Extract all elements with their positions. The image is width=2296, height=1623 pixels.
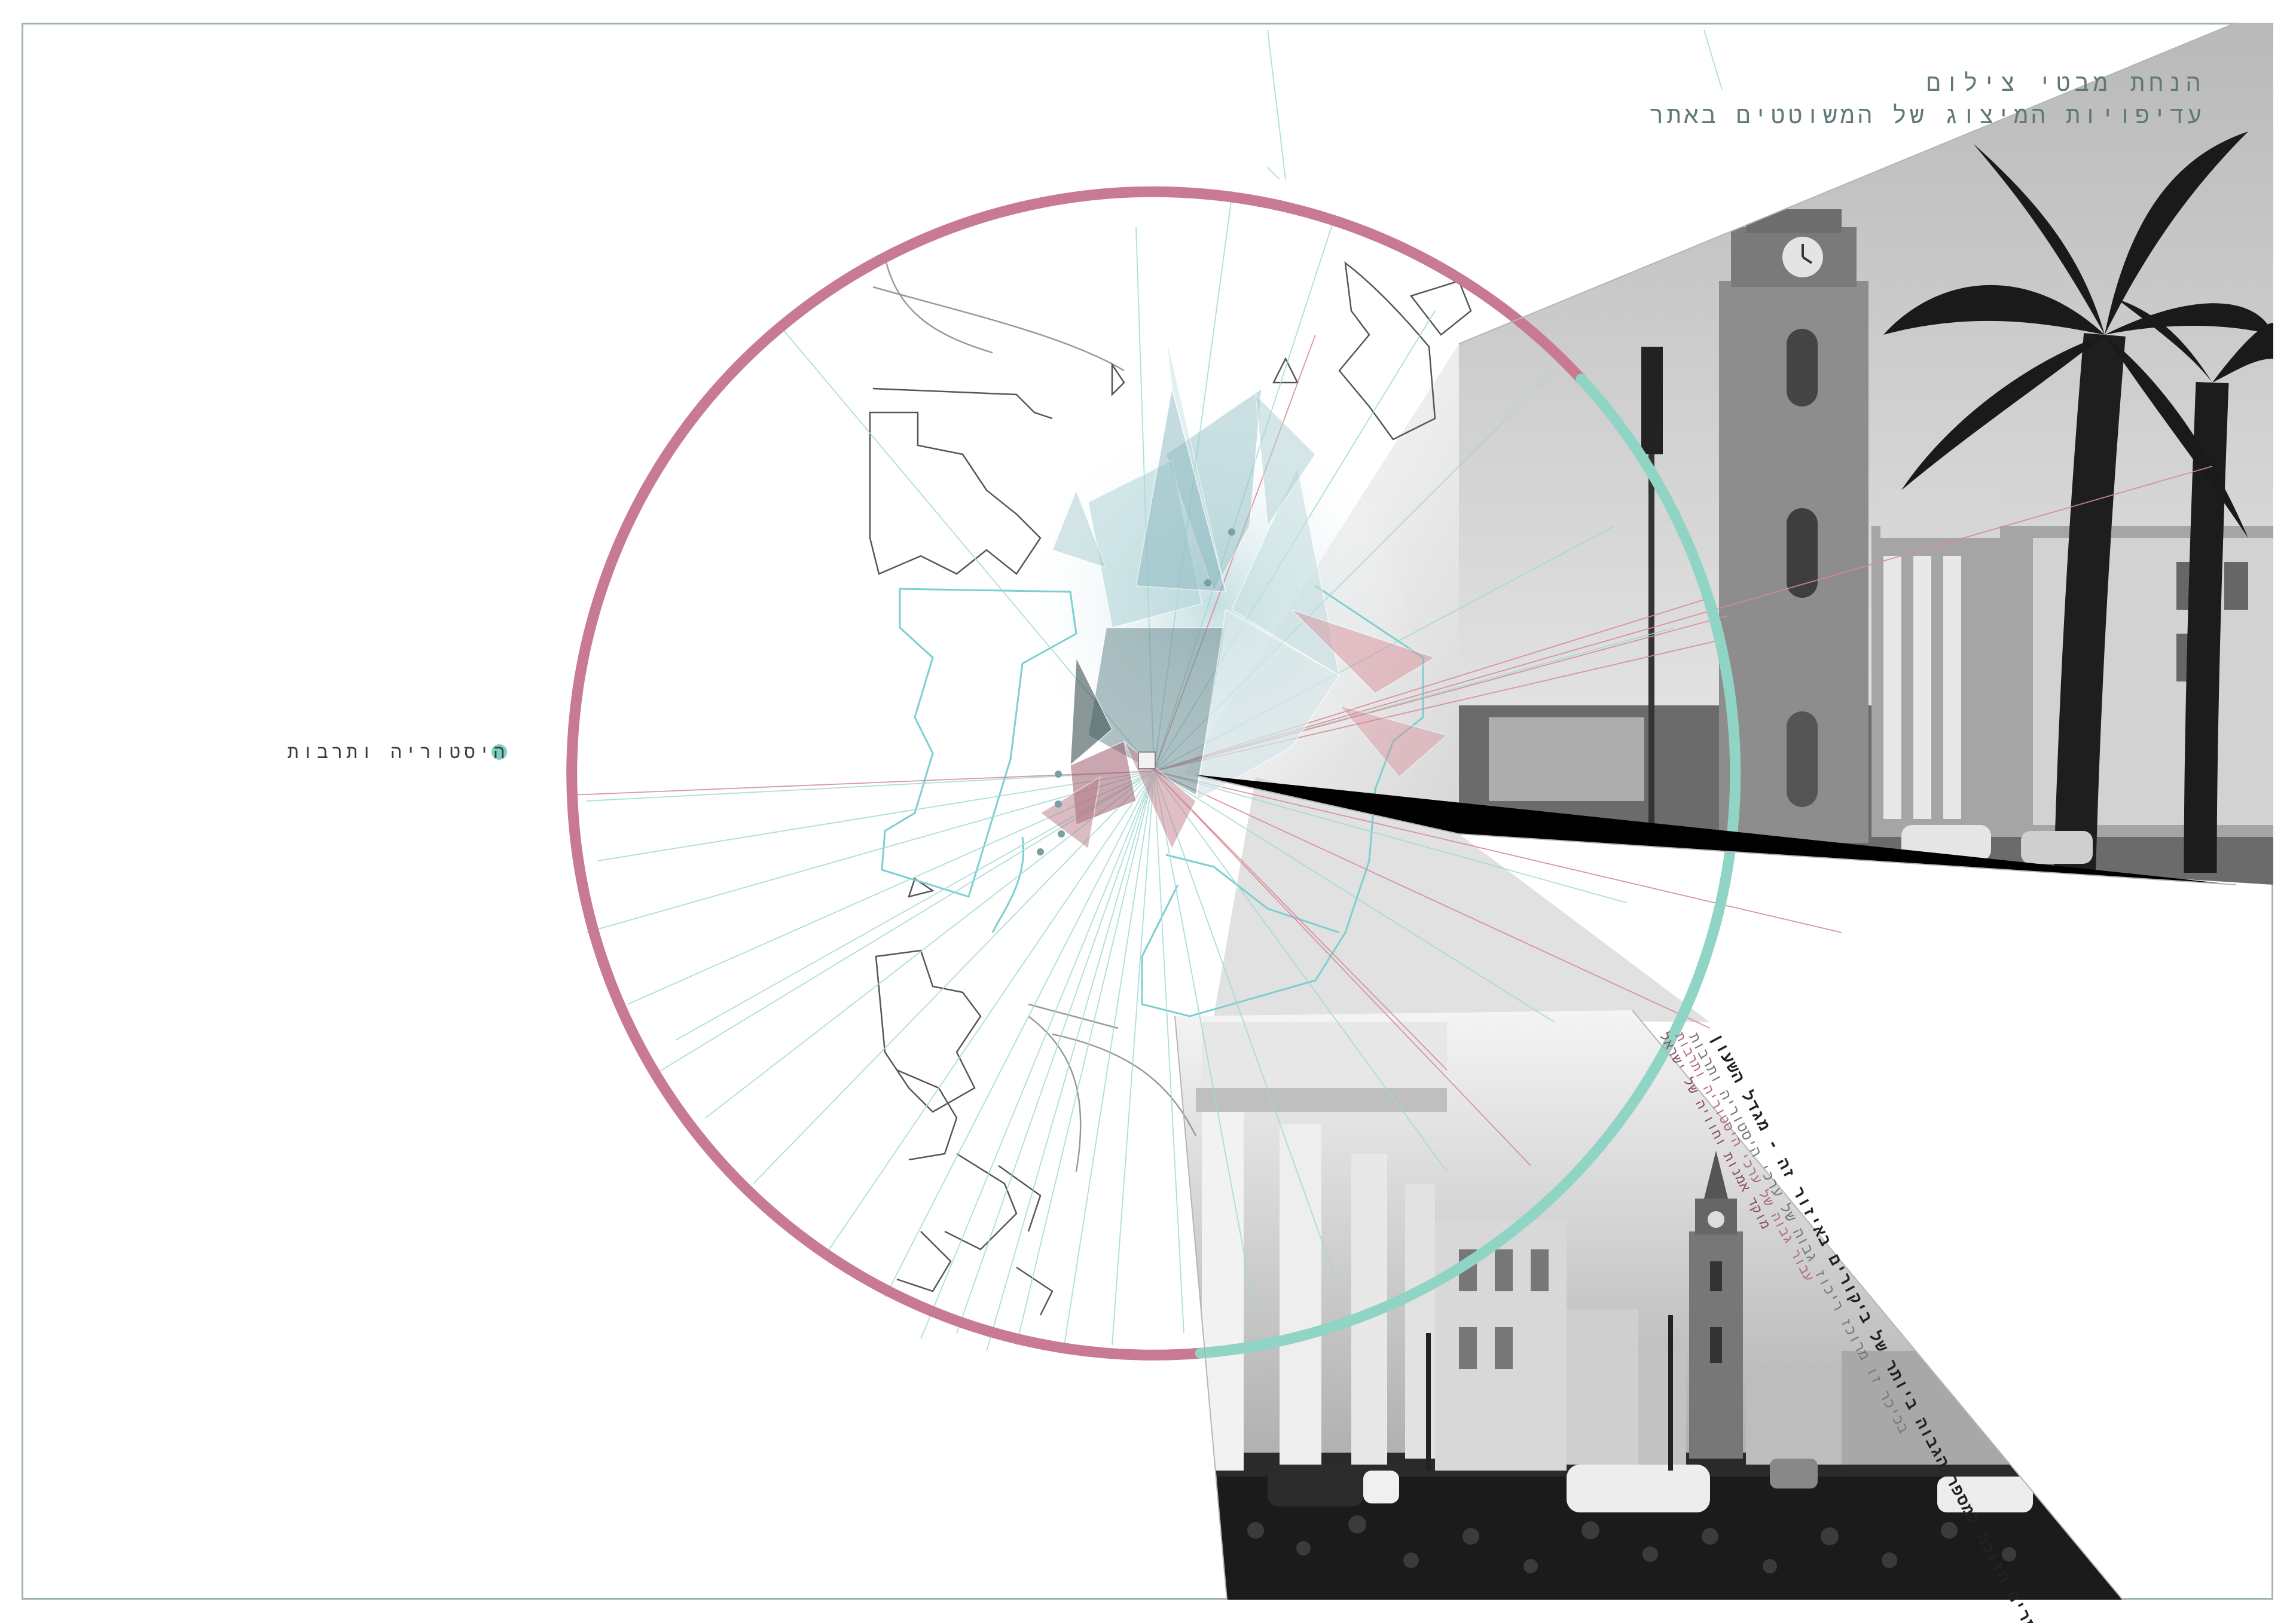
photo-caption-block: אחד האתרים הזוכה למספר הגבוה ביותר של בי… bbox=[1656, 1030, 2296, 1623]
category-label: היסטוריה ותרבות bbox=[287, 741, 508, 763]
photo-clock-tower-palm bbox=[1459, 23, 2273, 885]
poster-canvas: הנחת מבטי צילום עדיפויות המיצוג של המשוט… bbox=[0, 0, 2296, 1623]
header-title-line-1: הנחת מבטי צילום bbox=[1926, 69, 2205, 97]
header-title-line-2: עדיפויות המיצוג של המשוטטים באתר bbox=[1649, 102, 2205, 129]
caption-line-1: אחד האתרים הזוכה למספר הגבוה ביותר של בי… bbox=[1706, 1030, 2071, 1623]
